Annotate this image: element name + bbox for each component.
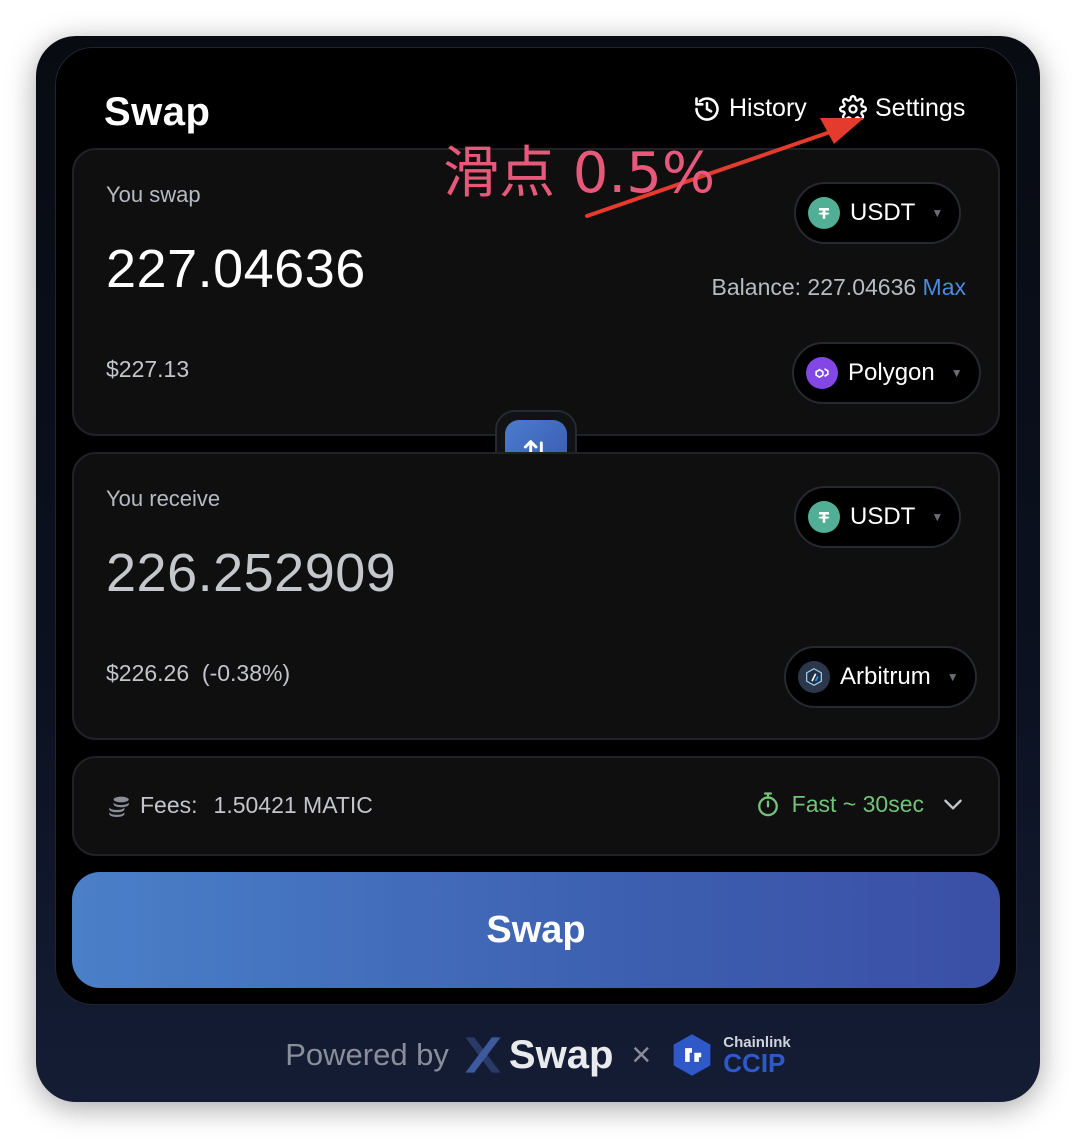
xswap-logo[interactable]: Swap	[461, 1033, 613, 1078]
you-swap-label: You swap	[106, 182, 201, 207]
speed-label: Fast ~ 30sec	[791, 790, 924, 817]
powered-by-label: Powered by	[285, 1037, 449, 1072]
powered-by-footer: Powered by Swap × Chainlink CCIP	[36, 1020, 1040, 1090]
to-network-label: Arbitrum	[840, 663, 931, 690]
to-usd-value: $226.26 (-0.38%)	[106, 660, 290, 687]
caret-down-icon: ▼	[950, 366, 963, 380]
fees-info: Fees: 1.50421 MATIC	[106, 792, 373, 819]
to-usd-amount: $226.26	[106, 660, 190, 686]
coins-icon	[109, 796, 129, 817]
fees-value: 1.50421 MATIC	[213, 792, 373, 818]
polygon-icon	[806, 357, 838, 389]
usdt-icon	[808, 501, 840, 533]
history-label: History	[729, 94, 807, 122]
from-network-label: Polygon	[848, 359, 935, 386]
swap-to-panel: You receive 226.252909 USDT ▼ $226.26 (-…	[72, 452, 1000, 740]
page-title: Swap	[104, 90, 211, 134]
balance-text: Balance: 227.04636 Max	[712, 274, 966, 301]
balance-value: Balance: 227.04636	[711, 274, 917, 300]
ccip-text: Chainlink CCIP	[723, 1035, 791, 1076]
history-link[interactable]: History	[693, 94, 807, 123]
fees-panel[interactable]: Fees: 1.50421 MATIC Fast ~ 30sec	[72, 756, 1000, 856]
chevron-down-icon	[944, 799, 962, 810]
widget-frame: Swap History Settings You swap 227.04636	[36, 36, 1040, 1102]
swap-button[interactable]: Swap	[72, 872, 1000, 988]
receive-amount: 226.252909	[106, 543, 397, 603]
gear-icon	[839, 94, 867, 123]
swap-amount-input[interactable]: 227.04636	[106, 238, 366, 300]
to-token-selector[interactable]: USDT ▼	[794, 486, 962, 548]
usdt-icon	[808, 197, 840, 229]
swap-card: Swap History Settings You swap 227.04636	[55, 47, 1017, 1005]
price-impact: (-0.38%)	[201, 660, 291, 686]
to-token-label: USDT	[850, 503, 916, 530]
annotation-text: 滑点 0.5%	[443, 141, 716, 206]
caret-down-icon: ▼	[931, 206, 944, 220]
from-token-selector[interactable]: USDT ▼	[794, 182, 962, 244]
route-speed-toggle[interactable]: Fast ~ 30sec	[754, 790, 966, 818]
ccip-label: CCIP	[723, 1047, 786, 1078]
fees-label: Fees:	[140, 792, 198, 818]
you-receive-label: You receive	[106, 486, 221, 511]
caret-down-icon: ▼	[931, 510, 944, 524]
settings-label: Settings	[875, 94, 966, 122]
from-token-label: USDT	[850, 199, 916, 226]
from-usd-value: $227.13	[106, 356, 190, 382]
chainlink-ccip-logo[interactable]: Chainlink CCIP	[669, 1032, 791, 1078]
from-network-selector[interactable]: Polygon ▼	[792, 342, 981, 404]
to-network-selector[interactable]: Arbitrum ▼	[784, 646, 977, 708]
x-logo-icon	[465, 1037, 501, 1073]
max-button[interactable]: Max	[923, 274, 966, 300]
xswap-wordmark: Swap	[508, 1032, 614, 1077]
arbitrum-icon	[798, 661, 830, 693]
times-symbol: ×	[631, 1035, 652, 1074]
stopwatch-icon	[757, 792, 778, 817]
caret-down-icon: ▼	[946, 670, 959, 684]
settings-link[interactable]: Settings	[839, 94, 965, 123]
chainlink-icon	[673, 1034, 711, 1076]
history-icon	[695, 96, 719, 121]
